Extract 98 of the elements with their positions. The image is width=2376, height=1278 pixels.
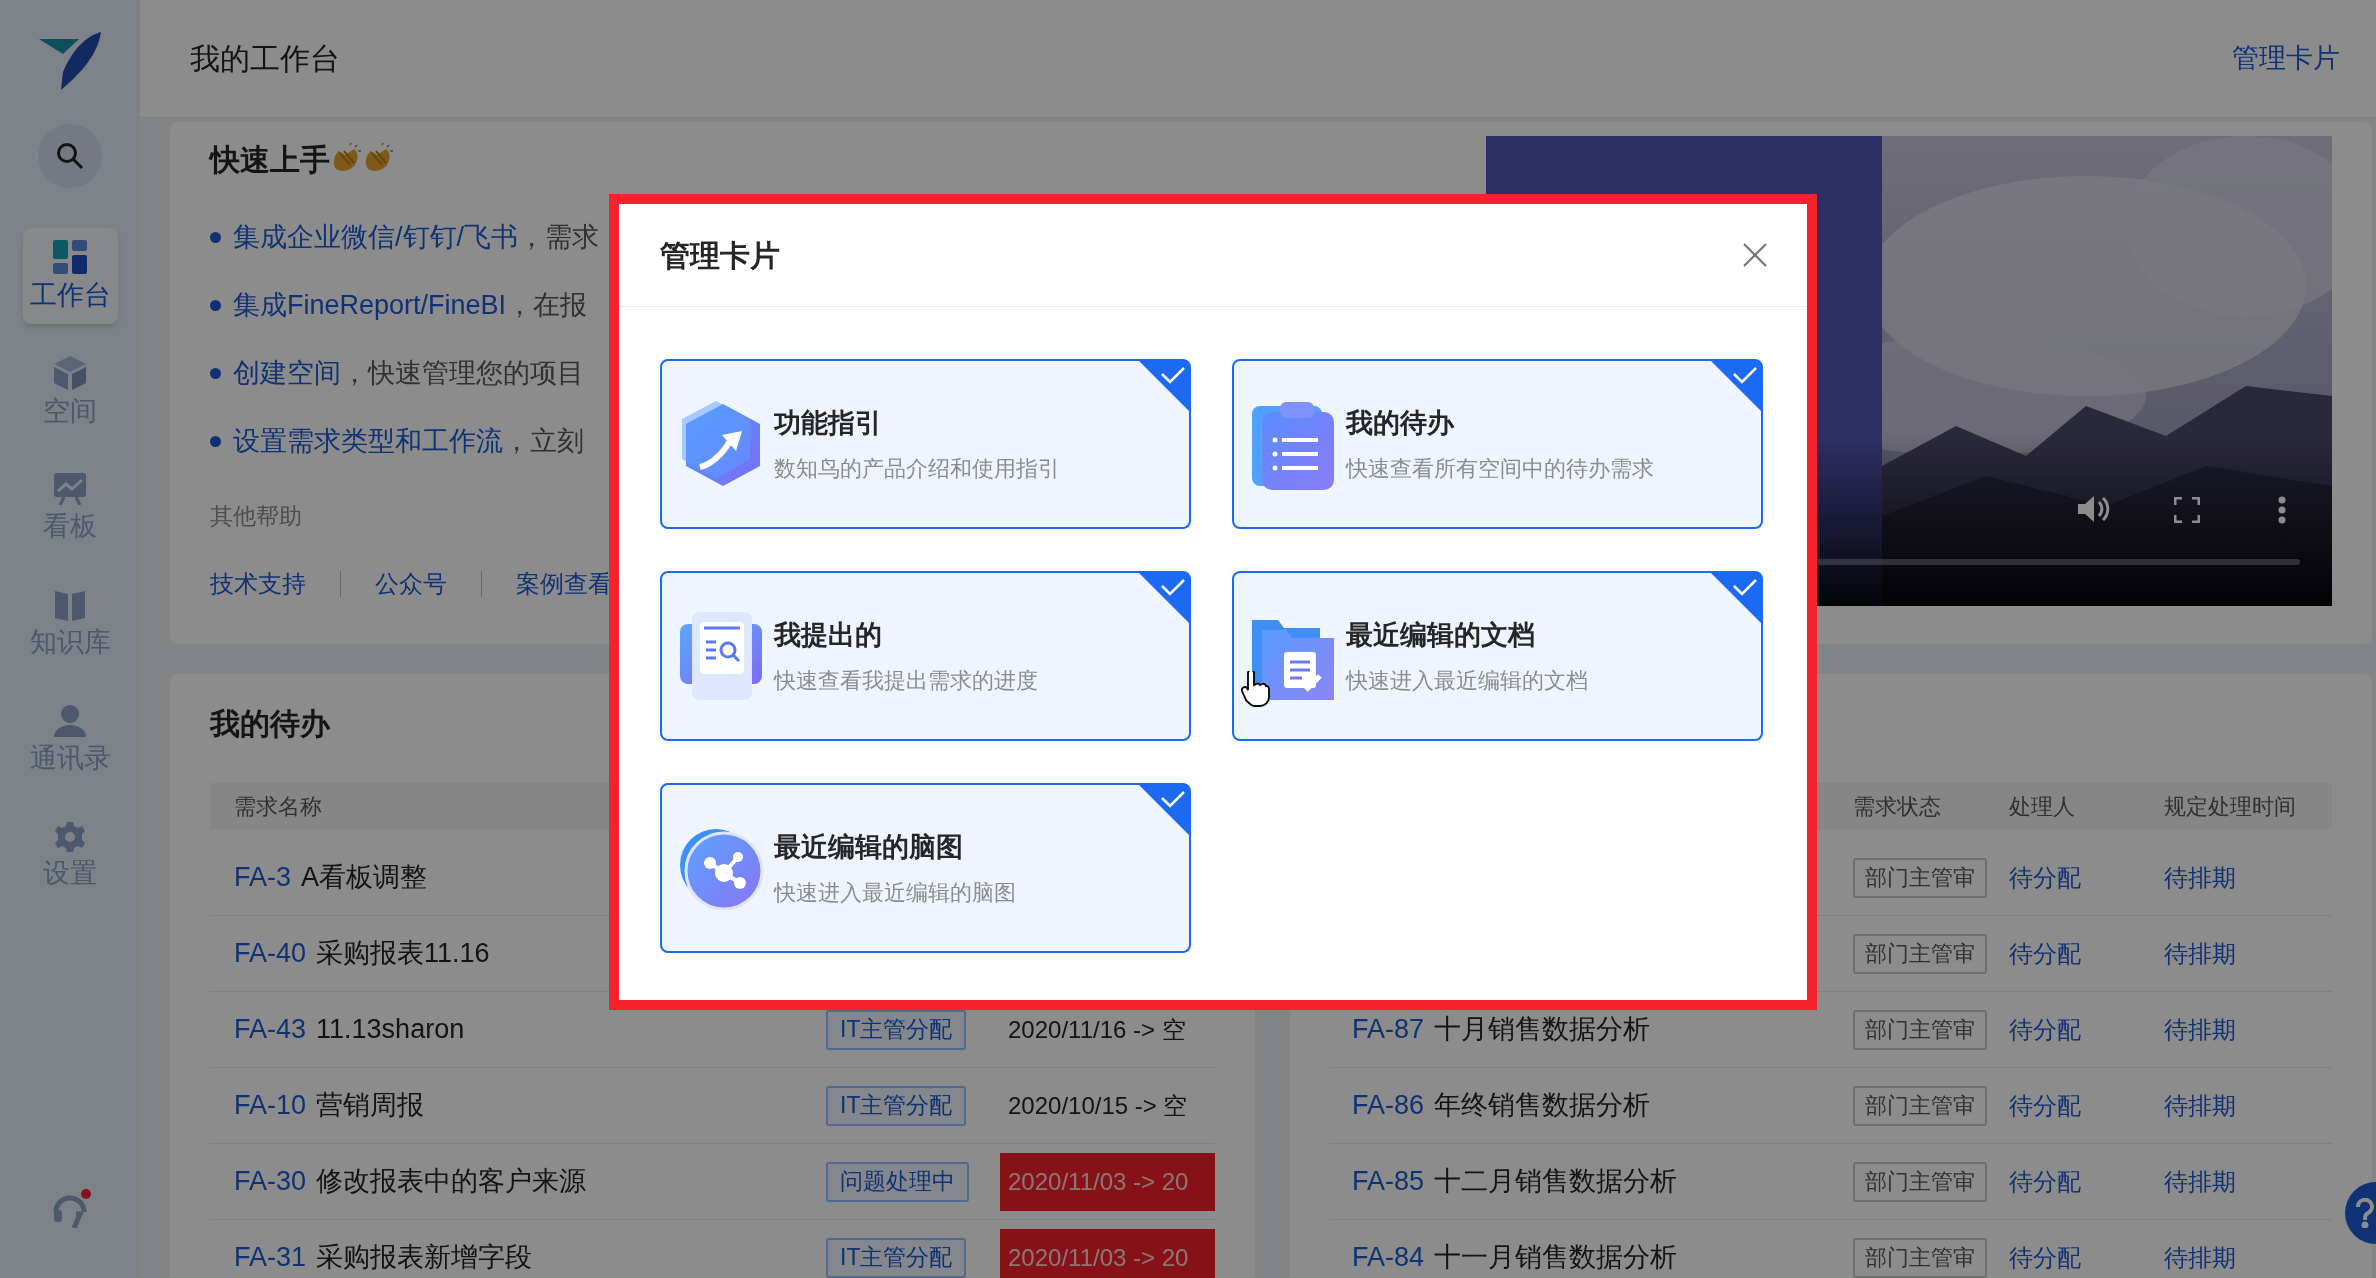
- item-name: 十月销售数据分析: [1434, 1013, 1651, 1047]
- item-name: 年终销售数据分析: [1434, 1089, 1651, 1123]
- card-description: 快速查看我提出需求的进度: [774, 666, 1038, 695]
- item-id-link[interactable]: FA-30: [234, 1161, 307, 1202]
- help-link[interactable]: 案例查看: [516, 565, 612, 602]
- chart-board-icon: [54, 473, 86, 505]
- handler-link[interactable]: 待分配: [2009, 1091, 2081, 1119]
- headset-icon[interactable]: [52, 1188, 92, 1228]
- status-tag: IT主管分配: [826, 1009, 967, 1050]
- item-id-link[interactable]: FA-86: [1352, 1085, 1425, 1126]
- section-title: 我的待办: [210, 708, 332, 740]
- link[interactable]: 创建空间: [233, 358, 341, 388]
- card-title: 功能指引: [774, 407, 883, 441]
- handler-link[interactable]: 待分配: [2009, 1167, 2081, 1195]
- status-tag: 问题处理中: [826, 1161, 969, 1202]
- item-name: 采购报表11.16: [316, 937, 490, 971]
- card-title: 我提出的: [774, 619, 883, 653]
- deadline-link[interactable]: 待排期: [2164, 1243, 2236, 1271]
- deadline-link[interactable]: 待排期: [2164, 1091, 2236, 1119]
- card-option[interactable]: 功能指引 数知鸟的产品介绍和使用指引: [660, 359, 1191, 529]
- card-title: 最近编辑的脑图: [774, 831, 964, 865]
- handler-link[interactable]: 待分配: [2009, 1243, 2081, 1271]
- card-option[interactable]: 我提出的 快速查看我提出需求的进度: [660, 571, 1191, 741]
- deadline-link[interactable]: 待排期: [2164, 1015, 2236, 1043]
- status-tag: 部门主管审: [1853, 1237, 1987, 1278]
- manage-cards-link[interactable]: 管理卡片: [2232, 38, 2340, 79]
- card-description: 快速查看所有空间中的待办需求: [1346, 454, 1654, 483]
- card-description: 快速进入最近编辑的文档: [1346, 666, 1588, 695]
- bullet-text: 集成企业微信/钉钉/飞书，需求: [233, 221, 599, 254]
- item-id-link[interactable]: FA-84: [1352, 1237, 1425, 1278]
- item-name: 修改报表中的客户来源: [316, 1165, 587, 1199]
- gear-icon: [55, 822, 85, 852]
- person-icon: [54, 705, 86, 737]
- card-option[interactable]: 最近编辑的脑图 快速进入最近编辑的脑图: [660, 783, 1191, 953]
- page-title: 我的工作台: [190, 41, 340, 77]
- card-description: 快速进入最近编辑的脑图: [774, 878, 1016, 907]
- status-tag: 部门主管审: [1853, 933, 1987, 974]
- logo-icon[interactable]: [37, 32, 103, 90]
- status-tag: IT主管分配: [826, 1237, 967, 1278]
- card-title: 最近编辑的文档: [1346, 619, 1536, 653]
- item-id-link[interactable]: FA-40: [234, 933, 307, 974]
- date-range: 2020/11/16 -> 空: [1007, 1014, 1187, 1045]
- handler-link[interactable]: 待分配: [2009, 939, 2081, 967]
- volume-icon[interactable]: [2076, 493, 2110, 525]
- item-id-link[interactable]: FA-85: [1352, 1161, 1425, 1202]
- handler-link[interactable]: 待分配: [2009, 1015, 2081, 1043]
- section-title: 快速上手: [210, 141, 330, 178]
- item-name: 十一月销售数据分析: [1434, 1241, 1678, 1275]
- book-icon: [55, 589, 85, 621]
- more-icon[interactable]: [2278, 496, 2286, 524]
- item-id-link[interactable]: FA-43: [234, 1009, 307, 1050]
- status-tag: 部门主管审: [1853, 1085, 1987, 1126]
- search-icon: [56, 142, 84, 170]
- deadline-link[interactable]: 待排期: [2164, 1167, 2236, 1195]
- bullet-text: 创建空间，快速管理您的项目: [233, 357, 584, 390]
- handler-link[interactable]: 待分配: [2009, 863, 2081, 891]
- close-icon[interactable]: [1743, 243, 1767, 267]
- card-title: 我的待办: [1346, 407, 1456, 441]
- sidebar-item[interactable]: 工作台: [22, 228, 118, 324]
- date-range: 2020/10/15 -> 空: [1007, 1090, 1189, 1121]
- item-name: 十二月销售数据分析: [1434, 1165, 1678, 1199]
- item-name: A看板调整: [301, 861, 428, 895]
- column-header: 需求状态: [1853, 793, 1942, 821]
- hand-cursor-icon: [1240, 671, 1270, 707]
- dialog-title: 管理卡片: [660, 237, 780, 274]
- cube-icon: [54, 356, 86, 390]
- item-name: 营销周报: [316, 1089, 425, 1123]
- link[interactable]: 集成企业微信/钉钉/飞书: [233, 222, 518, 252]
- date-range: 2020/11/03 -> 20: [1000, 1152, 1215, 1211]
- help-link[interactable]: 技术支持: [210, 565, 306, 602]
- item-name: 采购报表新增字段: [316, 1241, 533, 1275]
- column-header: 处理人: [2009, 793, 2076, 821]
- column-header: 需求名称: [234, 793, 322, 821]
- column-header: 规定处理时间: [2164, 793, 2297, 821]
- status-tag: 部门主管审: [1853, 1161, 1987, 1202]
- deadline-link[interactable]: 待排期: [2164, 939, 2236, 967]
- item-id-link[interactable]: FA-3: [234, 857, 292, 898]
- card-description: 数知鸟的产品介绍和使用指引: [774, 454, 1060, 483]
- help-title: 其他帮助: [210, 502, 303, 531]
- item-id-link[interactable]: FA-10: [234, 1085, 307, 1126]
- card-option[interactable]: 我的待办 快速查看所有空间中的待办需求: [1232, 359, 1763, 529]
- card-option[interactable]: 最近编辑的文档 快速进入最近编辑的文档: [1232, 571, 1763, 741]
- bullet-text: 集成FineReport/FineBI，在报: [233, 289, 588, 322]
- bullet-text: 设置需求类型和工作流，立刻: [233, 425, 584, 458]
- status-tag: IT主管分配: [826, 1085, 967, 1126]
- item-name: 11.13sharon: [316, 1013, 465, 1047]
- status-tag: 部门主管审: [1853, 1009, 1987, 1050]
- link[interactable]: 设置需求类型和工作流: [233, 426, 503, 456]
- dashboard-icon: [53, 240, 87, 274]
- link[interactable]: 集成FineReport/FineBI: [233, 290, 507, 320]
- fullscreen-icon[interactable]: [2174, 497, 2200, 523]
- item-id-link[interactable]: FA-31: [234, 1237, 307, 1278]
- question-icon: [2355, 1198, 2375, 1228]
- deadline-link[interactable]: 待排期: [2164, 863, 2236, 891]
- item-id-link[interactable]: FA-87: [1352, 1009, 1425, 1050]
- date-range: 2020/11/03 -> 20: [1000, 1228, 1215, 1278]
- status-tag: 部门主管审: [1853, 857, 1987, 898]
- help-link[interactable]: 公众号: [375, 565, 447, 602]
